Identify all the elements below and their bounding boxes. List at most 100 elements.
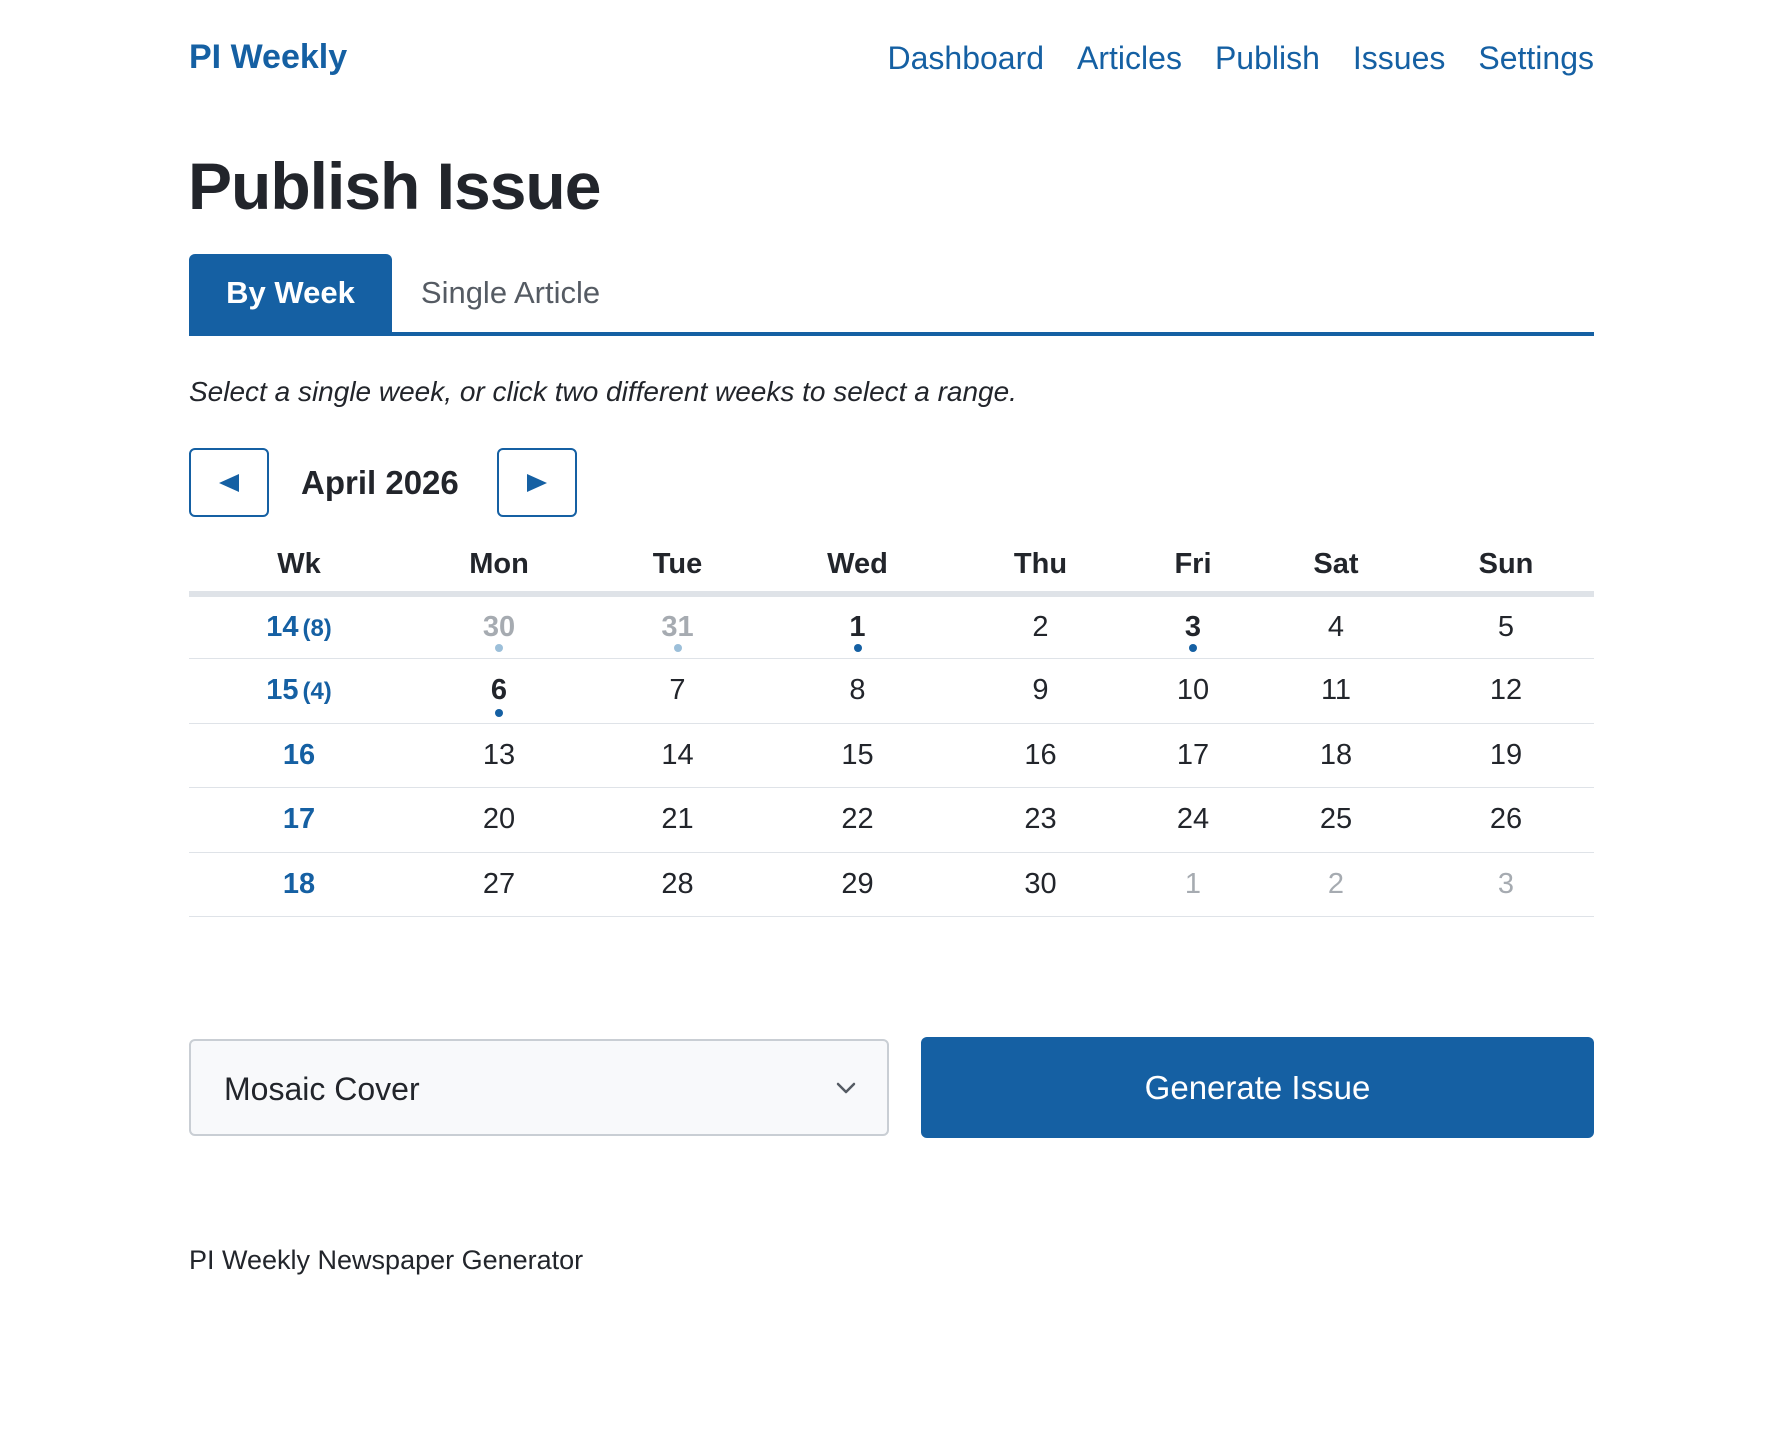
top-navbar: PI Weekly Dashboard Articles Publish Iss…: [189, 34, 1594, 86]
month-label: April 2026: [301, 464, 459, 501]
day-number: 18: [1319, 738, 1353, 771]
day-number: 25: [1319, 803, 1353, 836]
calendar-week-row: 14 (8) 30 31 1 2 3 4 5: [189, 594, 1594, 659]
calendar-day-cell[interactable]: 22: [766, 787, 949, 853]
day-number: 15: [841, 738, 874, 771]
nav-link-issues[interactable]: Issues: [1353, 40, 1445, 77]
nav-link-dashboard[interactable]: Dashboard: [887, 40, 1044, 77]
tab-by-week[interactable]: By Week: [189, 254, 392, 332]
col-header-wk: Wk: [189, 538, 409, 597]
day-number: 7: [669, 674, 686, 707]
next-month-button[interactable]: [497, 448, 577, 517]
day-number: 8: [849, 674, 866, 707]
calendar-day-cell[interactable]: 1: [1132, 852, 1254, 917]
day-number: 22: [841, 803, 874, 836]
calendar-day-cell[interactable]: 8: [766, 658, 949, 724]
day-number: 30: [1024, 867, 1057, 900]
col-header-wed: Wed: [766, 538, 949, 597]
calendar-day-cell[interactable]: 26: [1418, 787, 1594, 853]
calendar-day-cell[interactable]: 31: [589, 594, 766, 659]
article-indicator-dot: [673, 644, 682, 652]
nav-link-settings[interactable]: Settings: [1478, 40, 1594, 77]
calendar-day-cell[interactable]: 16: [949, 723, 1132, 788]
calendar-day-cell[interactable]: 14: [589, 723, 766, 788]
calendar-day-cell[interactable]: 24: [1132, 787, 1254, 853]
calendar-day-cell[interactable]: 2: [1254, 852, 1418, 917]
brand-logo-link[interactable]: PI Weekly: [189, 38, 347, 77]
calendar-day-cell[interactable]: 12: [1418, 658, 1594, 724]
calendar-day-cell[interactable]: 25: [1254, 787, 1418, 853]
calendar-header-row: Wk Mon Tue Wed Thu Fri Sat Sun: [189, 538, 1594, 597]
cover-style-select[interactable]: Mosaic Cover: [189, 1039, 889, 1136]
week-number-cell[interactable]: 17: [189, 787, 409, 853]
week-number: 18: [282, 867, 316, 900]
day-number: 29: [841, 867, 874, 900]
calendar-week-row: 17 20 21 22 23 24 25 26: [189, 787, 1594, 853]
day-number: 10: [1176, 674, 1210, 707]
col-header-fri: Fri: [1132, 538, 1254, 597]
calendar-day-cell[interactable]: 3: [1418, 852, 1594, 917]
calendar-week-row: 15 (4) 6 7 8 9 10 11 12: [189, 658, 1594, 724]
article-indicator-dot: [853, 644, 862, 652]
calendar-day-cell[interactable]: 13: [409, 723, 589, 788]
day-number: 28: [661, 867, 694, 900]
generate-issue-button[interactable]: Generate Issue: [921, 1037, 1594, 1138]
calendar-day-cell[interactable]: 21: [589, 787, 766, 853]
week-number-cell[interactable]: 15 (4): [189, 658, 409, 724]
calendar-day-cell[interactable]: 1: [766, 594, 949, 659]
calendar-week-row: 16 13 14 15 16 17 18 19: [189, 723, 1594, 788]
calendar-day-cell[interactable]: 2: [949, 594, 1132, 659]
calendar-day-cell[interactable]: 27: [409, 852, 589, 917]
calendar-day-cell[interactable]: 23: [949, 787, 1132, 853]
week-number-cell[interactable]: 14 (8): [189, 594, 409, 659]
calendar-day-cell[interactable]: 30: [409, 594, 589, 659]
day-number: 27: [482, 867, 516, 900]
cover-select-value: Mosaic Cover: [224, 1071, 420, 1107]
page: PI Weekly Dashboard Articles Publish Iss…: [0, 0, 1776, 1438]
calendar-day-cell[interactable]: 9: [949, 658, 1132, 724]
calendar-day-cell[interactable]: 30: [949, 852, 1132, 917]
nav-link-publish[interactable]: Publish: [1215, 40, 1320, 77]
day-number: 13: [482, 738, 516, 771]
calendar-day-cell[interactable]: 10: [1132, 658, 1254, 724]
week-calendar: Wk Mon Tue Wed Thu Fri Sat Sun 14 (8) 30 31…: [189, 538, 1594, 917]
day-number: 6: [490, 674, 508, 707]
tab-single-article[interactable]: Single Article: [392, 254, 629, 332]
day-number: 9: [1032, 674, 1049, 707]
month-navigator: April 2026: [189, 448, 589, 517]
col-header-sat: Sat: [1254, 538, 1418, 597]
week-number-cell[interactable]: 18: [189, 852, 409, 917]
week-number: 16: [282, 738, 316, 771]
day-number: 17: [1176, 738, 1210, 771]
calendar-day-cell[interactable]: 20: [409, 787, 589, 853]
calendar-day-cell[interactable]: 11: [1254, 658, 1418, 724]
day-number: 1: [1184, 867, 1202, 900]
col-header-mon: Mon: [409, 538, 589, 597]
prev-month-button[interactable]: [189, 448, 269, 517]
week-number-cell[interactable]: 16: [189, 723, 409, 788]
footer-text: PI Weekly Newspaper Generator: [189, 1245, 584, 1275]
nav-link-articles[interactable]: Articles: [1077, 40, 1182, 77]
calendar-day-cell[interactable]: 19: [1418, 723, 1594, 788]
day-number: 2: [1032, 611, 1049, 643]
day-number: 30: [482, 611, 516, 643]
calendar-day-cell[interactable]: 3: [1132, 594, 1254, 659]
day-number: 23: [1024, 803, 1057, 836]
calendar-day-cell[interactable]: 6: [409, 658, 589, 724]
calendar-day-cell[interactable]: 4: [1254, 594, 1418, 659]
calendar-day-cell[interactable]: 15: [766, 723, 949, 788]
calendar-day-cell[interactable]: 29: [766, 852, 949, 917]
day-number: 3: [1497, 867, 1515, 900]
calendar-day-cell[interactable]: 18: [1254, 723, 1418, 788]
col-header-sun: Sun: [1418, 538, 1594, 597]
day-number: 19: [1489, 738, 1523, 771]
day-number: 16: [1024, 738, 1057, 771]
triangle-right-icon: [527, 473, 547, 492]
calendar-day-cell[interactable]: 5: [1418, 594, 1594, 659]
calendar-day-cell[interactable]: 28: [589, 852, 766, 917]
calendar-day-cell[interactable]: 17: [1132, 723, 1254, 788]
calendar-day-cell[interactable]: 7: [589, 658, 766, 724]
week-article-count: (4): [302, 678, 332, 706]
day-number: 2: [1327, 867, 1345, 900]
chevron-down-icon: [836, 1082, 856, 1094]
